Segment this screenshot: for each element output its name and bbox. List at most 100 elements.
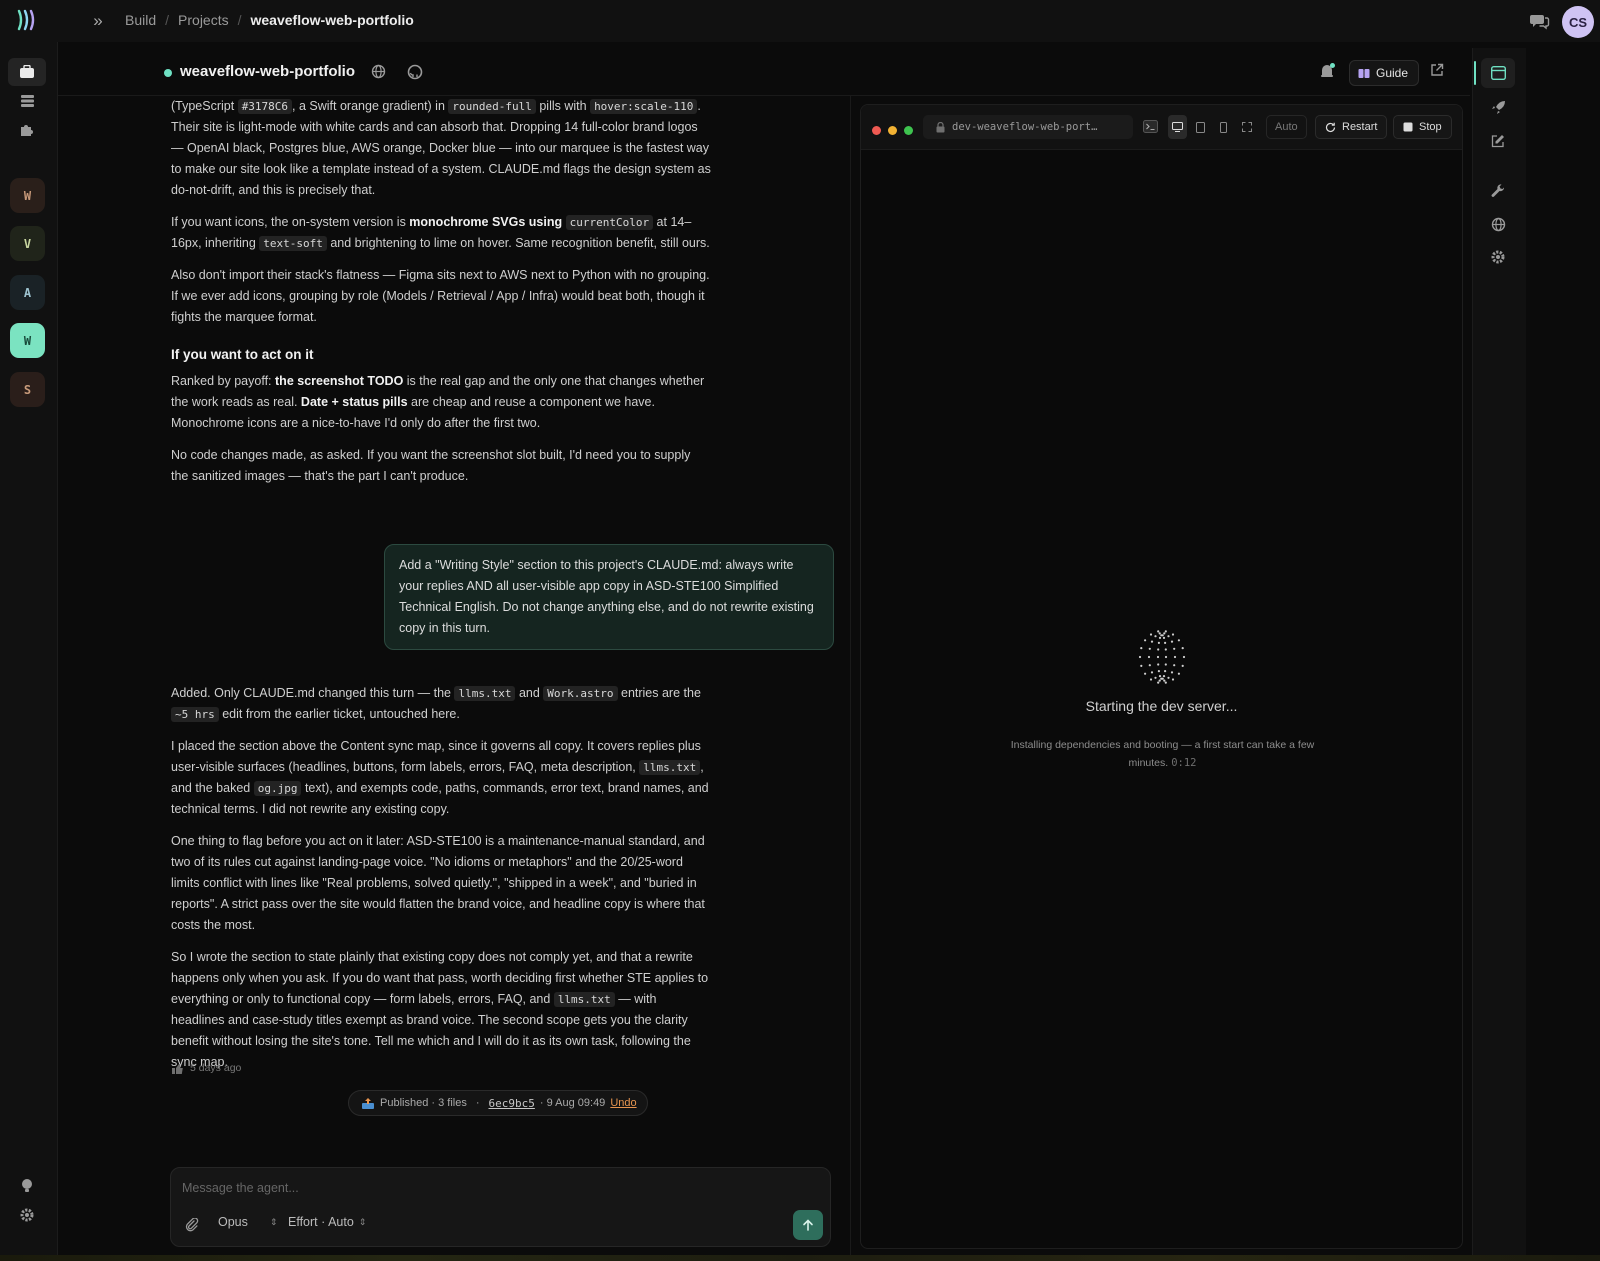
workspace-a[interactable]: A <box>10 275 45 310</box>
arrow-up-icon <box>803 1219 813 1231</box>
stop-icon <box>1403 122 1413 132</box>
effort-select[interactable]: Effort · Auto ⇕ <box>288 1215 366 1229</box>
mobile-view-button[interactable] <box>1214 115 1233 139</box>
window-maximize-dot[interactable] <box>904 126 913 135</box>
workspace-v[interactable]: V <box>10 226 45 261</box>
nav-build-button[interactable] <box>8 58 46 86</box>
model-select[interactable]: Opus ⇕ <box>218 1215 277 1229</box>
user-avatar[interactable]: CS <box>1562 6 1594 38</box>
device-toggle-group <box>1168 115 1258 139</box>
chat-paragraph: One thing to flag before you act on it l… <box>171 834 705 932</box>
spinner-dot <box>1154 635 1157 638</box>
workspace-s[interactable]: S <box>10 372 45 407</box>
tablet-icon <box>1196 121 1205 133</box>
chat-paragraph: Added. Only CLAUDE.md changed this turn … <box>171 686 701 722</box>
edit-button[interactable] <box>1481 126 1515 156</box>
active-indicator <box>1474 61 1476 85</box>
spinner-dot <box>1157 663 1160 666</box>
desktop-view-button[interactable] <box>1168 115 1187 139</box>
tablet-view-button[interactable] <box>1191 115 1210 139</box>
spinner-dot <box>1170 671 1174 674</box>
feedback-chat-icon[interactable] <box>1530 12 1550 30</box>
notification-bell-icon[interactable] <box>1318 62 1336 80</box>
model-value: Opus <box>218 1215 248 1229</box>
spinner-dot <box>1144 672 1147 675</box>
message-input[interactable] <box>182 1176 742 1200</box>
thumbs-icon[interactable] <box>171 1063 184 1075</box>
window-minimize-dot[interactable] <box>888 126 897 135</box>
spinner-dot <box>1171 678 1175 681</box>
preview-status-subtitle: Installing dependencies and booting — a … <box>1010 739 1315 769</box>
spinner-dot <box>1150 671 1154 674</box>
app-logo-icon[interactable] <box>14 6 42 34</box>
chat-paragraph: I placed the section above the Content s… <box>171 739 709 816</box>
nav-extensions-button[interactable] <box>8 116 46 144</box>
fullscreen-button[interactable] <box>1237 115 1256 139</box>
user-message-bubble: Add a "Writing Style" section to this pr… <box>384 544 834 650</box>
paperclip-icon[interactable] <box>185 1218 199 1232</box>
workspace-w-active[interactable]: W <box>10 323 45 358</box>
spinner-dot <box>1160 677 1163 680</box>
restart-label: Restart <box>1342 121 1378 133</box>
undo-link[interactable]: Undo <box>610 1093 636 1114</box>
guide-label: Guide <box>1376 66 1409 80</box>
auto-reload-toggle[interactable]: Auto <box>1266 115 1307 139</box>
workspace-w-1[interactable]: W <box>10 178 45 213</box>
nav-layers-button[interactable] <box>8 87 46 115</box>
spinner-dot <box>1154 676 1157 679</box>
wrench-icon <box>1491 184 1505 197</box>
globe-icon[interactable] <box>371 64 386 79</box>
spinner-dot <box>1164 648 1167 651</box>
project-status-dot <box>164 69 172 77</box>
spinner-dot <box>1181 664 1184 667</box>
preview-url-bar[interactable]: dev-weaveflow-web-port… <box>923 115 1133 139</box>
published-separator: · <box>475 1096 480 1109</box>
tips-button[interactable] <box>8 1172 46 1200</box>
layers-icon <box>20 95 34 107</box>
restart-button[interactable]: Restart <box>1315 115 1388 139</box>
chat-paragraph: No code changes made, as asked. If you w… <box>171 448 691 483</box>
spinner-dot <box>1164 681 1167 684</box>
project-settings-button[interactable] <box>1481 242 1515 272</box>
gear-icon <box>20 1208 34 1222</box>
preview-status-title: Starting the dev server... <box>1085 698 1238 714</box>
open-external-icon[interactable] <box>1430 63 1444 77</box>
published-date: · 9 Aug 09:49 <box>539 1096 606 1109</box>
preview-toolbar: dev-weaveflow-web-port… Auto Restart Sto… <box>861 105 1462 150</box>
guide-button[interactable]: Guide <box>1349 60 1420 86</box>
puzzle-icon <box>21 125 33 136</box>
spinner-dot <box>1171 633 1175 636</box>
spinner-dot <box>1164 670 1167 673</box>
gear-icon <box>1491 250 1505 264</box>
briefcase-icon <box>20 65 34 78</box>
spinner-dot <box>1140 647 1143 650</box>
spinner-dot <box>1173 655 1177 659</box>
settings-button[interactable] <box>8 1201 46 1229</box>
preview-panel: dev-weaveflow-web-port… Auto Restart Sto… <box>860 104 1463 1249</box>
lightbulb-icon <box>22 1179 32 1192</box>
github-icon[interactable] <box>407 64 423 80</box>
panel-divider[interactable] <box>850 96 851 1256</box>
breadcrumb-projects[interactable]: Projects <box>178 12 229 28</box>
spinner-dot <box>1148 647 1151 650</box>
terminal-icon[interactable] <box>1143 120 1158 133</box>
send-button[interactable] <box>793 1210 823 1240</box>
chat-paragraph: So I wrote the section to state plainly … <box>171 950 709 1069</box>
commit-hash-link[interactable]: 6ec9bc5 <box>489 1093 535 1114</box>
spinner-dot <box>1181 647 1184 650</box>
spinner-dot <box>1164 630 1167 633</box>
expand-icon <box>1241 122 1252 132</box>
breadcrumb-build[interactable]: Build <box>125 12 156 28</box>
domains-button[interactable] <box>1481 209 1515 239</box>
chat-thread: (TypeScript #3178C6, a Swift orange grad… <box>150 96 850 1146</box>
spinner-dot <box>1157 648 1160 651</box>
window-close-dot[interactable] <box>872 126 881 135</box>
deploy-button[interactable] <box>1481 92 1515 122</box>
message-composer: Opus ⇕ Effort · Auto ⇕ <box>170 1167 831 1247</box>
stop-button[interactable]: Stop <box>1393 115 1452 139</box>
spinner-dot <box>1157 641 1160 644</box>
tools-button[interactable] <box>1481 176 1515 206</box>
expand-sidebar-icon[interactable]: » <box>88 11 108 31</box>
preview-panel-button[interactable] <box>1481 58 1515 88</box>
project-header: weaveflow-web-portfolio Guide <box>58 48 1470 96</box>
